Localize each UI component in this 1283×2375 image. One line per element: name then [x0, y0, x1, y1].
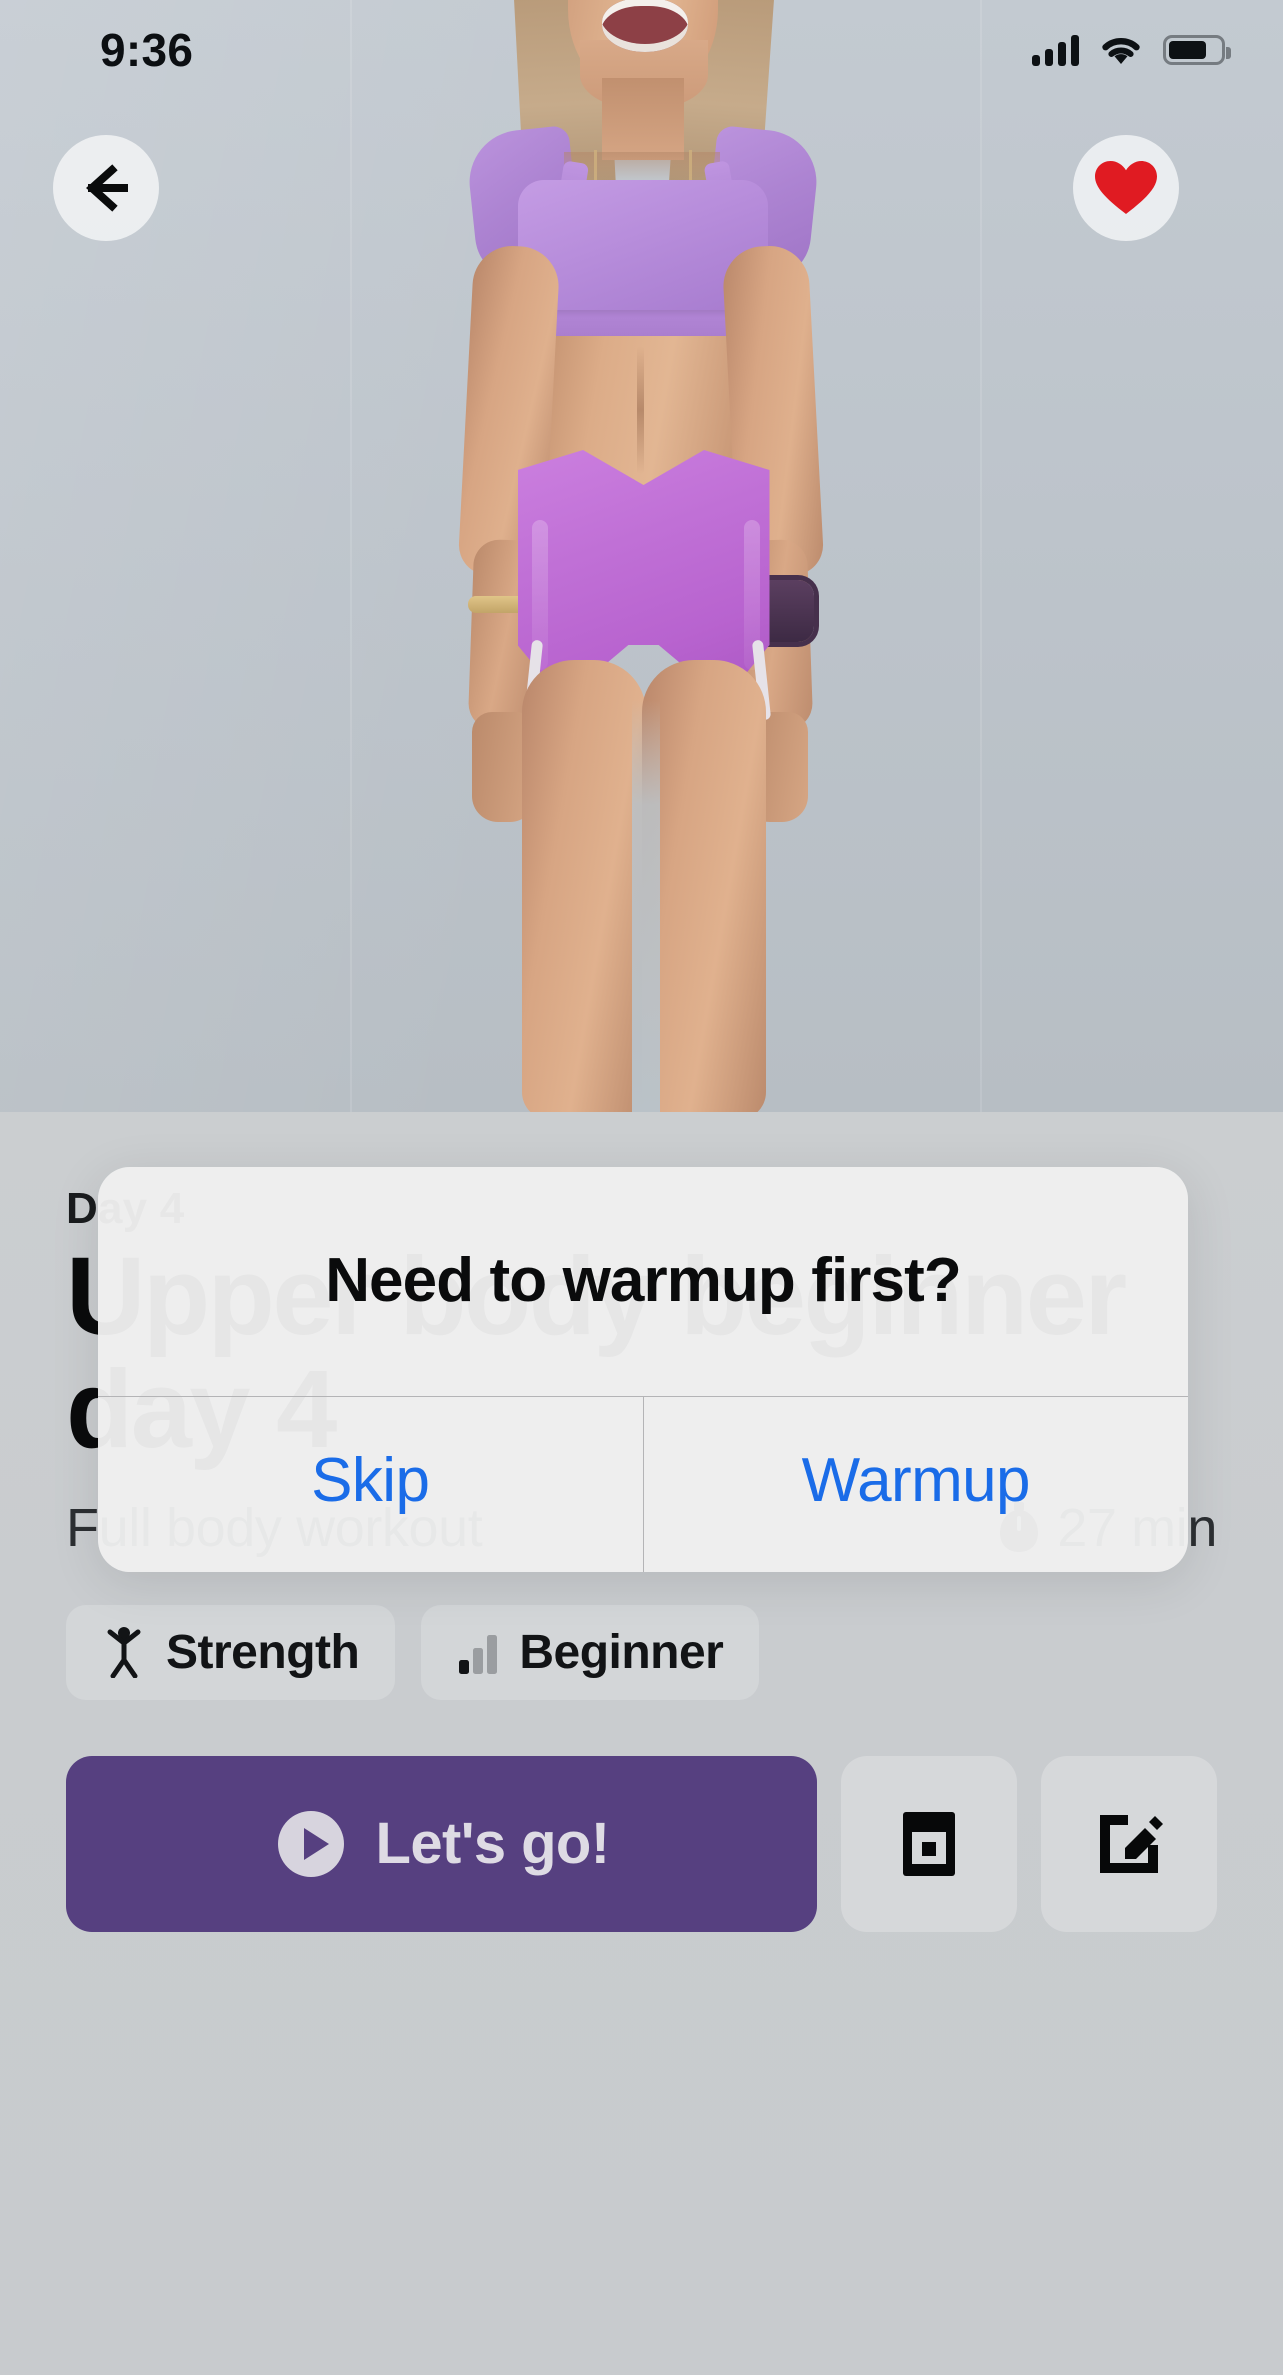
warmup-alert-dialog: Need to warmup first? Skip Warmup [98, 1167, 1188, 1572]
alert-button-row: Skip Warmup [98, 1396, 1188, 1572]
alert-skip-button[interactable]: Skip [98, 1397, 643, 1572]
alert-title: Need to warmup first? [325, 1246, 962, 1315]
alert-warmup-button[interactable]: Warmup [642, 1397, 1189, 1572]
